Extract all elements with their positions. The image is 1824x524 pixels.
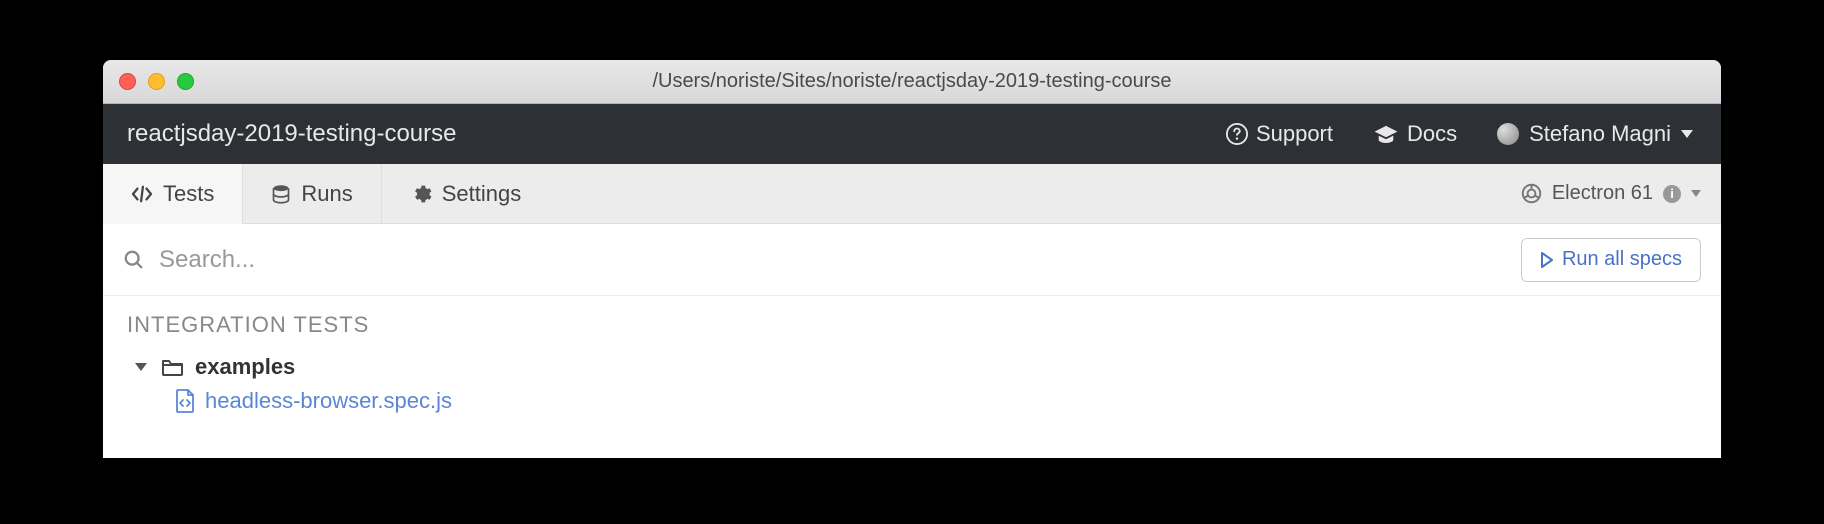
- window-titlebar: /Users/noriste/Sites/noriste/reactjsday-…: [103, 60, 1721, 104]
- search-input[interactable]: [159, 246, 1505, 274]
- play-icon: [1540, 252, 1554, 268]
- tree-folder[interactable]: examples: [135, 350, 1697, 384]
- docs-label: Docs: [1407, 121, 1457, 147]
- close-window-button[interactable]: [119, 73, 136, 90]
- chevron-down-icon: [135, 363, 147, 371]
- docs-link[interactable]: Docs: [1373, 121, 1457, 147]
- chevron-down-icon: [1681, 130, 1693, 138]
- tree-file[interactable]: headless-browser.spec.js: [175, 384, 1697, 418]
- run-all-specs-button[interactable]: Run all specs: [1521, 238, 1701, 282]
- tab-runs[interactable]: Runs: [243, 164, 381, 223]
- info-icon: i: [1663, 185, 1681, 203]
- chevron-down-icon: [1691, 190, 1701, 197]
- spec-list: INTEGRATION TESTS examples headless-brow…: [103, 296, 1721, 458]
- support-link[interactable]: Support: [1226, 121, 1333, 147]
- file-name: headless-browser.spec.js: [205, 388, 452, 414]
- folder-name: examples: [195, 354, 295, 380]
- search-icon: [123, 249, 145, 271]
- search-row: Run all specs: [103, 224, 1721, 296]
- tab-settings-label: Settings: [442, 181, 522, 207]
- tabsbar: Tests Runs Settings Electron 61 i: [103, 164, 1721, 224]
- user-name: Stefano Magni: [1529, 121, 1671, 147]
- project-name: reactjsday-2019-testing-course: [127, 120, 457, 148]
- header-right: Support Docs Stefano Magni: [1226, 121, 1697, 147]
- tab-settings[interactable]: Settings: [382, 164, 550, 223]
- graduation-cap-icon: [1373, 123, 1399, 145]
- run-button-label: Run all specs: [1562, 248, 1682, 271]
- section-title: INTEGRATION TESTS: [127, 312, 1697, 338]
- code-icon: [131, 185, 153, 203]
- window-title: /Users/noriste/Sites/noriste/reactjsday-…: [103, 70, 1721, 93]
- minimize-window-button[interactable]: [148, 73, 165, 90]
- folder-open-icon: [161, 357, 185, 377]
- gear-icon: [410, 183, 432, 205]
- chrome-icon: [1521, 183, 1542, 204]
- search-wrap: [123, 246, 1505, 274]
- maximize-window-button[interactable]: [177, 73, 194, 90]
- tab-tests-label: Tests: [163, 181, 214, 207]
- app-header: reactjsday-2019-testing-course Support D…: [103, 104, 1721, 164]
- traffic-lights: [103, 73, 194, 90]
- avatar: [1497, 123, 1519, 145]
- user-menu[interactable]: Stefano Magni: [1497, 121, 1697, 147]
- browser-label: Electron 61: [1552, 182, 1653, 205]
- browser-selector[interactable]: Electron 61 i: [1521, 164, 1721, 223]
- tab-runs-label: Runs: [301, 181, 352, 207]
- file-code-icon: [175, 389, 195, 413]
- app-window: /Users/noriste/Sites/noriste/reactjsday-…: [103, 60, 1721, 458]
- question-circle-icon: [1226, 123, 1248, 145]
- support-label: Support: [1256, 121, 1333, 147]
- database-icon: [271, 184, 291, 204]
- tab-tests[interactable]: Tests: [103, 164, 243, 224]
